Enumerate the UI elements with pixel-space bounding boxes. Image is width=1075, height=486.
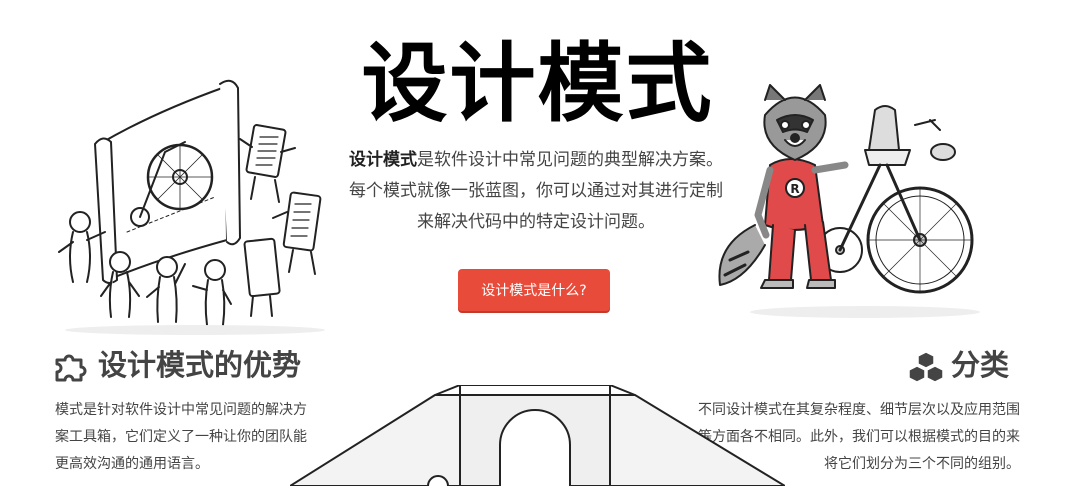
raccoon-badge: R (790, 182, 799, 196)
cubes-icon (908, 351, 944, 382)
building-illustration (290, 385, 785, 486)
classification-heading: 分类 (951, 348, 1010, 382)
hero-description-strong: 设计模式 (349, 150, 417, 170)
hero-description: 设计模式是软件设计中常见问题的典型解决方案。每个模式就像一张蓝图，你可以通过对其… (347, 145, 725, 238)
page-title: 设计模式 (361, 34, 714, 134)
what-is-pattern-button[interactable]: 设计模式是什么? (458, 269, 610, 311)
benefits-heading: 设计模式的优势 (98, 348, 302, 382)
puzzle-icon (55, 354, 87, 382)
benefits-text: 模式是针对软件设计中常见问题的解决方案工具箱，它们定义了一种让你的团队能更高效沟… (55, 402, 307, 472)
